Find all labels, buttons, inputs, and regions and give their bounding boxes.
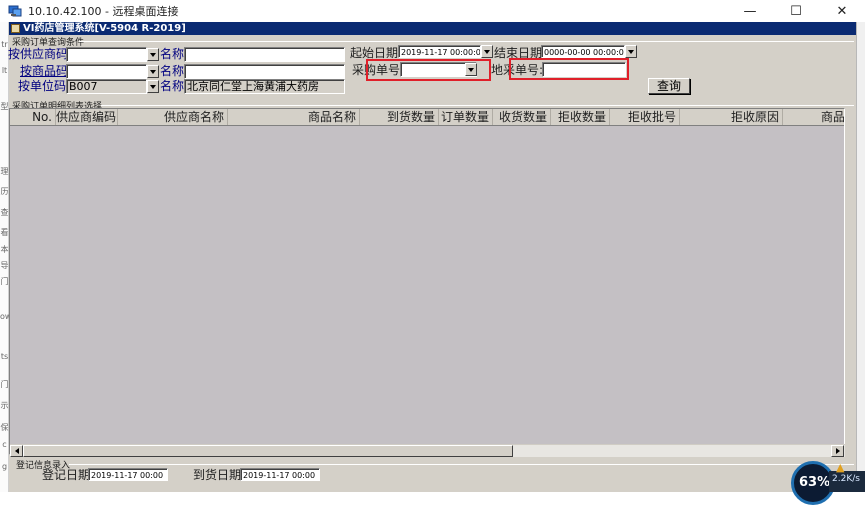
usage-percent: 63% <box>799 475 831 490</box>
product-code-label[interactable]: 按商品码 <box>20 64 68 78</box>
col-header-supplier-code[interactable]: 供应商编码 <box>56 109 118 125</box>
horizontal-scrollbar[interactable] <box>10 444 845 457</box>
supplier-code-input[interactable] <box>66 47 147 62</box>
chevron-down-icon <box>484 49 490 54</box>
arrow-left-icon <box>14 448 19 454</box>
unit-code-input[interactable]: B007 <box>66 79 147 94</box>
unit-code-label: 按单位码 <box>18 79 67 93</box>
col-header-arrival-qty[interactable]: 到货数量 <box>360 109 439 125</box>
reg-date-label: 登记日期 <box>42 468 91 482</box>
product-name-label: 名称 <box>160 64 185 78</box>
query-button[interactable]: 查询 <box>648 78 690 94</box>
col-header-no[interactable]: No. <box>10 109 56 125</box>
supplier-code-label: 按供应商码 <box>8 47 69 61</box>
strip-char: ts <box>0 352 9 361</box>
maximize-button[interactable]: ☐ <box>773 0 819 22</box>
col-header-reject-reason[interactable]: 拒收原因 <box>680 109 783 125</box>
strip-char: 门 <box>0 277 9 286</box>
col-header-received-qty[interactable]: 收货数量 <box>493 109 551 125</box>
strip-char: lt <box>1 66 8 75</box>
unit-name-label: 名称 <box>160 79 185 93</box>
supplier-name-input[interactable] <box>184 47 345 62</box>
end-date-dropdown-button[interactable] <box>625 45 637 58</box>
app-title: VI药店管理系统[V-5904 R-2019] <box>23 23 186 34</box>
unit-code-dropdown-button[interactable] <box>147 80 159 93</box>
strip-char: 保 <box>0 423 9 432</box>
col-header-order-qty[interactable]: 订单数量 <box>439 109 493 125</box>
close-button[interactable]: ✕ <box>819 0 865 22</box>
product-code-input[interactable] <box>66 64 147 79</box>
start-date-label: 起始日期 <box>350 46 399 60</box>
minimize-button[interactable]: — <box>727 0 773 22</box>
strip-char: 查 <box>0 208 9 217</box>
highlight-po-number <box>366 59 491 81</box>
arrival-date-input[interactable]: 2019-11-17 00:00 <box>240 468 320 481</box>
supplier-name-label: 名称 <box>160 47 185 61</box>
highlight-origin-number <box>509 58 629 80</box>
rocket-icon: ▲ <box>836 461 845 474</box>
product-name-input[interactable] <box>184 64 345 79</box>
col-header-rejected-batch[interactable]: 拒收批号 <box>610 109 680 125</box>
window-right-edge <box>856 22 865 492</box>
chevron-down-icon <box>150 69 156 74</box>
app-titlebar: VI药店管理系统[V-5904 R-2019] <box>9 22 856 35</box>
col-header-product-name[interactable]: 商品名称 <box>228 109 360 125</box>
detail-group-line <box>101 105 854 106</box>
chevron-down-icon <box>150 52 156 57</box>
start-date-input[interactable]: 2019-11-17 00:00:00 <box>398 45 481 58</box>
strip-char: 型 <box>0 102 9 111</box>
supplier-code-dropdown-button[interactable] <box>147 48 159 61</box>
end-date-input[interactable]: 0000-00-00 00:00:00 <box>541 45 625 58</box>
entry-group-line <box>69 464 854 465</box>
speed-panel: 2.2K/s <box>829 471 865 492</box>
col-header-supplier-name[interactable]: 供应商名称 <box>118 109 228 125</box>
strip-char: 历 <box>0 187 9 196</box>
strip-char: 理 <box>0 167 9 176</box>
strip-char: ow <box>0 312 12 321</box>
scroll-thumb[interactable] <box>23 445 513 457</box>
start-date-dropdown-button[interactable] <box>481 45 493 58</box>
network-speed: 2.2K/s <box>832 474 860 484</box>
strip-char: 本 <box>0 245 9 254</box>
scroll-left-button[interactable] <box>10 445 23 457</box>
desktop-left-strip: tr lt 型 理 历 查 看 本 导 门 ow ts 门 示 保 c g <box>0 22 12 492</box>
strip-char: c <box>2 440 7 449</box>
unit-name-input[interactable]: 北京同仁堂上海黄浦大药房 <box>184 79 345 94</box>
chevron-down-icon <box>150 84 156 89</box>
app-icon <box>11 24 20 33</box>
product-code-dropdown-button[interactable] <box>147 65 159 78</box>
remote-desktop-icon <box>8 5 22 17</box>
strip-char: 门 <box>0 380 9 389</box>
strip-char: 看 <box>0 228 9 237</box>
detail-grid[interactable]: No. 供应商编码 供应商名称 商品名称 到货数量 订单数量 收货数量 拒收数量… <box>9 108 845 455</box>
grid-header: No. 供应商编码 供应商名称 商品名称 到货数量 订单数量 收货数量 拒收数量… <box>10 109 844 126</box>
remote-desktop-titlebar: 10.10.42.100 - 远程桌面连接 — ☐ ✕ <box>0 0 865 22</box>
scroll-right-button[interactable] <box>831 445 844 457</box>
remote-desktop-title: 10.10.42.100 - 远程桌面连接 <box>28 5 179 18</box>
arrow-right-icon <box>835 448 840 454</box>
strip-char: g <box>1 462 8 471</box>
chevron-down-icon <box>628 49 634 54</box>
strip-char: 导 <box>0 261 9 270</box>
col-header-product-code[interactable]: 商品编 <box>783 109 844 125</box>
strip-char: 示 <box>0 401 9 410</box>
query-group-line <box>79 41 854 42</box>
arrival-date-label: 到货日期 <box>193 468 242 482</box>
network-monitor-widget[interactable]: 63% 2.2K/s ▲ <box>791 461 865 505</box>
col-header-rejected-qty[interactable]: 拒收数量 <box>551 109 610 125</box>
reg-date-input[interactable]: 2019-11-17 00:00 <box>88 468 168 481</box>
